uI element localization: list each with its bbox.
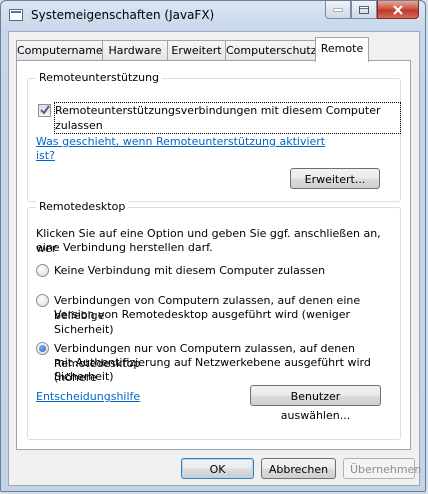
checkmark-icon xyxy=(40,105,50,115)
select-users-button[interactable]: Benutzer auswählen... xyxy=(250,385,381,422)
ok-button[interactable]: OK xyxy=(181,458,254,479)
remote-desktop-group: Remotedesktop Klicken Sie auf eine Optio… xyxy=(27,200,401,440)
remote-assistance-help-link-cont[interactable]: ist? xyxy=(36,148,55,163)
dialog-window: Systemeigenschaften (JavaFX) Computernam… xyxy=(0,0,426,492)
radio-nla-only-label-cont2[interactable]: Sicherheit) xyxy=(54,369,114,384)
dialog-client-area: Computername Hardware Erweitert Computer… xyxy=(8,31,421,486)
tab-hardware[interactable]: Hardware xyxy=(102,40,168,61)
radio-any-version[interactable] xyxy=(36,294,49,307)
apply-button[interactable]: Übernehmen xyxy=(343,458,421,479)
radio-any-version-label-cont[interactable]: Version von Remotedesktop ausgeführt wir… xyxy=(54,307,400,337)
remote-desktop-description-cont: eine Verbindung herstellen darf. xyxy=(36,241,213,254)
cancel-button[interactable]: Abbrechen xyxy=(261,458,336,479)
tab-computerschutz[interactable]: Computerschutz xyxy=(225,40,317,61)
minimize-button[interactable] xyxy=(325,1,351,19)
close-button[interactable] xyxy=(377,1,419,19)
remote-assistance-group: Remoteunterstützung Remoteunterstützungs… xyxy=(27,71,401,202)
maximize-icon xyxy=(359,5,369,14)
close-icon xyxy=(393,4,403,15)
decision-help-link[interactable]: Entscheidungshilfe xyxy=(36,389,140,404)
allow-remote-assistance-label[interactable]: Remoteunterstützungsverbindungen mit die… xyxy=(54,102,401,134)
radio-nla-only[interactable] xyxy=(36,342,49,355)
maximize-button[interactable] xyxy=(351,1,377,19)
app-icon xyxy=(9,9,23,21)
window-controls xyxy=(325,1,419,21)
title-bar[interactable]: Systemeigenschaften (JavaFX) xyxy=(1,1,425,31)
remote-assistance-title: Remoteunterstützung xyxy=(36,71,163,84)
tab-computername[interactable]: Computername xyxy=(16,40,103,61)
remote-assistance-help-link[interactable]: Was geschieht, wenn Remoteunterstützung … xyxy=(36,134,325,149)
tab-remote[interactable]: Remote xyxy=(315,37,369,62)
radio-no-connection-label[interactable]: Keine Verbindung mit diesem Computer zul… xyxy=(54,263,325,278)
window-title: Systemeigenschaften (JavaFX) xyxy=(31,8,215,22)
tab-erweitert[interactable]: Erweitert xyxy=(167,40,226,61)
radio-no-connection[interactable] xyxy=(36,264,49,277)
advanced-button[interactable]: Erweitert... xyxy=(290,168,380,189)
minimize-icon xyxy=(333,8,343,11)
allow-remote-assistance-checkbox[interactable] xyxy=(38,104,51,117)
remote-desktop-title: Remotedesktop xyxy=(36,200,129,213)
remote-tab-panel: Remoteunterstützung Remoteunterstützungs… xyxy=(16,60,411,450)
